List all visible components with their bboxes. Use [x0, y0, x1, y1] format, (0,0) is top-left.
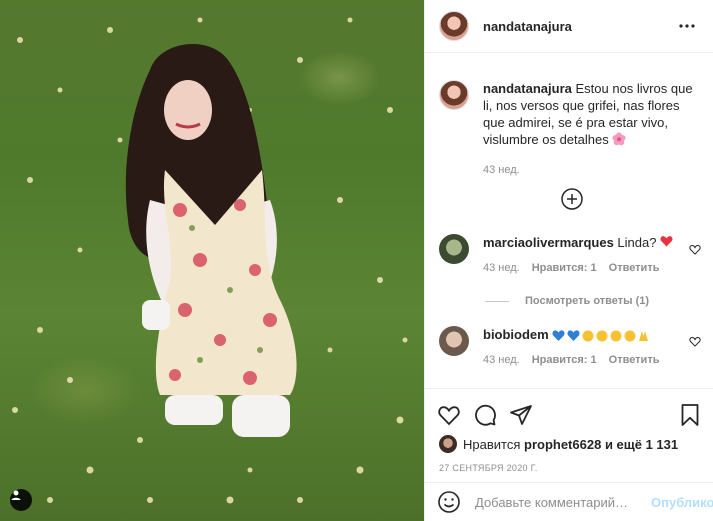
photo-illustration — [12, 17, 408, 504]
comment-like-heart-icon[interactable] — [689, 335, 701, 350]
bookmark-icon[interactable] — [678, 403, 702, 427]
heart-icon[interactable] — [437, 403, 461, 427]
replies-divider — [485, 300, 509, 302]
post-sidebar: nandatanajura nandatanajura Estou nos li… — [424, 0, 713, 521]
comment-item: marciaolivermarques Linda? 43 нед. Нрави… — [439, 234, 701, 277]
post-comment-button[interactable]: Опубликовать — [651, 495, 713, 510]
comment-item: biobiodem 43 нед. Нравится: 1 Ответить — [439, 326, 701, 369]
liker-username[interactable]: prophet6628 — [524, 437, 601, 452]
likes-summary: Нравится prophet6628 и ещё 1 131 — [425, 431, 713, 453]
comment-age: 43 нед. — [483, 354, 520, 366]
comment-likes[interactable]: Нравится: 1 — [532, 352, 597, 369]
comment-likes[interactable]: Нравится: 1 — [532, 260, 597, 277]
author-username[interactable]: nandatanajura — [483, 19, 677, 34]
view-replies-label[interactable]: Посмотреть ответы (1) — [525, 295, 649, 307]
comment-text: Linda? — [617, 235, 657, 250]
caption-age: 43 нед. — [483, 163, 520, 176]
comment-meta: 43 нед. Нравится: 1 Ответить — [483, 352, 701, 369]
more-icon[interactable] — [677, 16, 697, 36]
comment-input[interactable] — [475, 494, 651, 510]
post-date[interactable]: 27 сентября 2020 г. — [425, 453, 713, 473]
post-view: nandatanajura nandatanajura Estou nos li… — [0, 0, 713, 521]
comments-list[interactable]: nandatanajura Estou nos livros que li, n… — [425, 54, 713, 388]
load-more-comments-icon[interactable] — [561, 188, 583, 210]
comment-age: 43 нед. — [483, 262, 520, 274]
author-avatar[interactable] — [439, 11, 469, 41]
likes-prefix: Нравится — [463, 436, 521, 452]
view-replies-button[interactable]: Посмотреть ответы (1) — [485, 295, 649, 307]
post-photo[interactable] — [0, 0, 424, 521]
tag-people-icon[interactable] — [10, 489, 32, 511]
commenter-username[interactable]: marciaolivermarques — [483, 235, 614, 250]
commenter-avatar[interactable] — [439, 326, 469, 356]
share-icon[interactable] — [509, 403, 533, 427]
liker-avatar[interactable] — [439, 435, 457, 453]
flower-emoji-icon — [612, 132, 626, 150]
action-icons — [425, 389, 713, 431]
emoji-reaction-icons — [552, 327, 650, 342]
reply-button[interactable]: Ответить — [609, 260, 660, 277]
caption-avatar[interactable] — [439, 80, 469, 110]
post-caption: nandatanajura Estou nos livros que li, n… — [425, 54, 713, 179]
comment-icon[interactable] — [473, 403, 497, 427]
post-actions: Нравится prophet6628 и ещё 1 131 27 сент… — [425, 388, 713, 473]
commenter-username[interactable]: biobiodem — [483, 327, 549, 342]
commenter-avatar[interactable] — [439, 234, 469, 264]
comment-meta: 43 нед. Нравится: 1 Ответить — [483, 260, 701, 277]
comment-like-heart-icon[interactable] — [689, 243, 701, 258]
reply-button[interactable]: Ответить — [609, 352, 660, 369]
emoji-icon[interactable] — [437, 490, 461, 514]
add-comment-bar: Опубликовать — [425, 482, 713, 521]
caption-username[interactable]: nandatanajura — [483, 81, 572, 96]
red-heart-emoji-icon — [660, 235, 673, 250]
post-header: nandatanajura — [425, 0, 713, 53]
likes-count[interactable]: и ещё 1 131 — [605, 437, 678, 452]
